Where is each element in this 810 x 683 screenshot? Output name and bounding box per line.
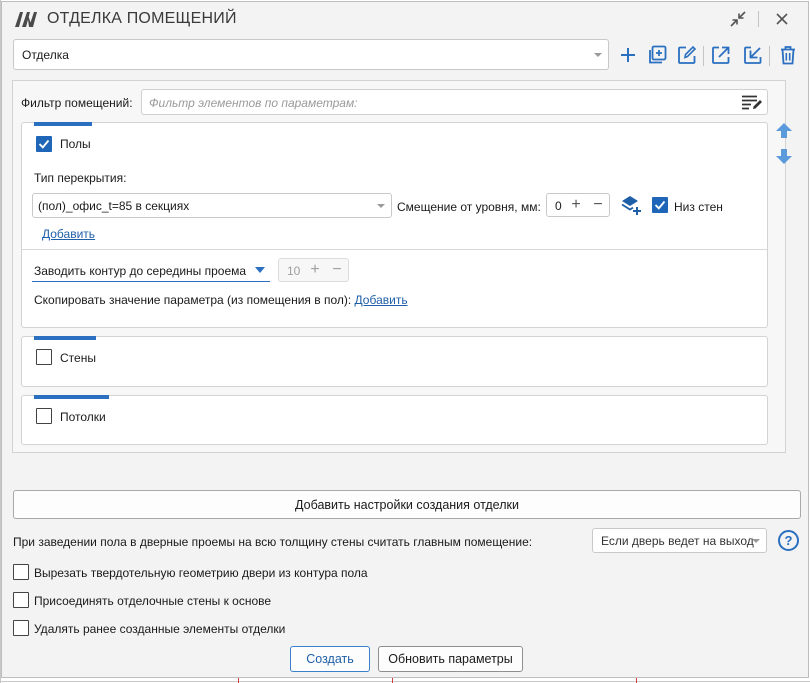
walls-checkbox[interactable] (36, 349, 52, 365)
door-rule-label: При заведении пола в дверные проемы на в… (13, 535, 533, 549)
close-icon (776, 13, 788, 25)
help-icon[interactable]: ? (778, 530, 799, 551)
import-icon (744, 46, 762, 64)
title-bar: ОТДЕЛКА ПОМЕЩЕНИЙ (2, 2, 808, 36)
ceilings-checkbox[interactable] (36, 408, 52, 424)
background-cad-mark (392, 678, 393, 683)
door-rule-value: Если дверь ведет на выход (601, 533, 754, 548)
plus-icon (621, 48, 635, 62)
profile-select-value: Отделка (22, 47, 69, 62)
collapse-arrows-icon (730, 11, 746, 27)
filter-label: Фильтр помещений: (21, 96, 133, 110)
chevron-down-icon (377, 203, 385, 208)
toolbar-separator (769, 46, 770, 66)
settings-panel: Фильтр помещений: Фильтр элементов по па… (12, 80, 786, 453)
edit-filter-icon[interactable] (741, 94, 763, 110)
close-button[interactable] (769, 8, 795, 30)
checkmark-icon (654, 200, 666, 210)
background-cad-mark (238, 678, 239, 683)
join-walls-label: Присоединять отделочные стены к основе (34, 594, 272, 608)
trash-icon (781, 46, 795, 65)
door-rule-select[interactable]: Если дверь ведет на выход (592, 528, 767, 553)
delete-profile-button[interactable] (775, 42, 801, 68)
background-cad-mark (636, 678, 637, 683)
offset-value: 0 (555, 199, 562, 213)
floors-accent-bar (34, 122, 92, 126)
duplicate-profile-button[interactable] (644, 42, 670, 68)
delete-old-elements-checkbox[interactable] (13, 620, 29, 636)
copy-param-add-link[interactable]: Добавить (355, 293, 408, 307)
add-profile-button[interactable] (615, 42, 641, 68)
title-bar-separator (758, 11, 759, 27)
delete-old-elements-label: Удалять ранее созданные элементы отделки (34, 622, 286, 636)
bottom-walls-label: Низ стен (674, 200, 723, 214)
add-floor-type-link[interactable]: Добавить (42, 227, 95, 241)
toolbar-separator (703, 46, 704, 66)
background-grid-line (0, 681, 810, 682)
checkmark-icon (38, 139, 50, 149)
edit-icon (678, 45, 697, 64)
contour-increment-button[interactable]: + (306, 260, 324, 280)
floors-label: Полы (60, 137, 91, 151)
bottom-walls-checkbox[interactable] (652, 197, 668, 213)
walls-label: Стены (60, 351, 96, 365)
add-finishing-settings-button[interactable]: Добавить настройки создания отделки (13, 490, 801, 519)
move-up-arrow-icon[interactable] (775, 122, 793, 139)
room-filter-input[interactable]: Фильтр элементов по параметрам: (141, 89, 768, 115)
app-logo-icon (15, 12, 37, 27)
ceilings-accent-bar (34, 395, 109, 399)
ceilings-card: Потолки (21, 395, 768, 445)
create-button[interactable]: Создать (290, 646, 370, 672)
walls-accent-bar (34, 336, 96, 340)
join-walls-checkbox[interactable] (13, 592, 29, 608)
floor-type-label: Тип перекрытия: (34, 171, 127, 185)
floor-type-value: (пол)_офис_t=85 в секциях (38, 198, 190, 213)
offset-decrement-button[interactable]: − (589, 195, 607, 215)
chevron-down-icon (752, 538, 760, 543)
offset-stepper[interactable]: 0 + − (546, 193, 610, 217)
export-icon (712, 46, 730, 64)
import-profile-button[interactable] (740, 42, 766, 68)
room-filter-placeholder: Фильтр элементов по параметрам: (149, 96, 358, 110)
edit-profile-button[interactable] (674, 42, 700, 68)
floors-checkbox[interactable] (36, 136, 52, 152)
layers-add-icon[interactable] (620, 194, 642, 216)
collapse-window-button[interactable] (725, 8, 751, 30)
offset-label: Смещение от уровня, мм: (397, 200, 541, 214)
copy-param-label: Скопировать значение параметра (из помещ… (34, 293, 352, 307)
update-parameters-button[interactable]: Обновить параметры (378, 646, 523, 672)
profile-select[interactable]: Отделка (13, 39, 609, 70)
duplicate-icon (649, 45, 667, 64)
contour-decrement-button[interactable]: − (328, 260, 346, 280)
contour-select-underline (32, 281, 270, 282)
cut-door-geometry-checkbox[interactable] (13, 564, 29, 580)
walls-card: Стены (21, 336, 768, 387)
cut-door-geometry-label: Вырезать твердотельную геометрию двери и… (34, 566, 368, 580)
floor-type-select[interactable]: (пол)_офис_t=85 в секциях (32, 193, 392, 218)
chevron-down-icon (594, 52, 602, 57)
chevron-down-icon (255, 267, 265, 273)
floors-card: Полы Тип перекрытия: (пол)_офис_t=85 в с… (21, 122, 768, 328)
floors-divider (22, 249, 767, 250)
move-down-arrow-icon[interactable] (775, 148, 793, 165)
finishing-dialog: ОТДЕЛКА ПОМЕЩЕНИЙ Отделка Фильтр помещен… (1, 1, 809, 678)
ceilings-label: Потолки (60, 410, 106, 424)
contour-offset-value: 10 (287, 264, 301, 278)
copy-param-row: Скопировать значение параметра (из помещ… (34, 293, 408, 307)
offset-increment-button[interactable]: + (567, 195, 585, 215)
contour-offset-stepper[interactable]: 10 + − (278, 258, 349, 282)
export-profile-button[interactable] (708, 42, 734, 68)
contour-option-select[interactable]: Заводить контур до середины проема (34, 264, 246, 278)
window-title: ОТДЕЛКА ПОМЕЩЕНИЙ (47, 10, 237, 27)
